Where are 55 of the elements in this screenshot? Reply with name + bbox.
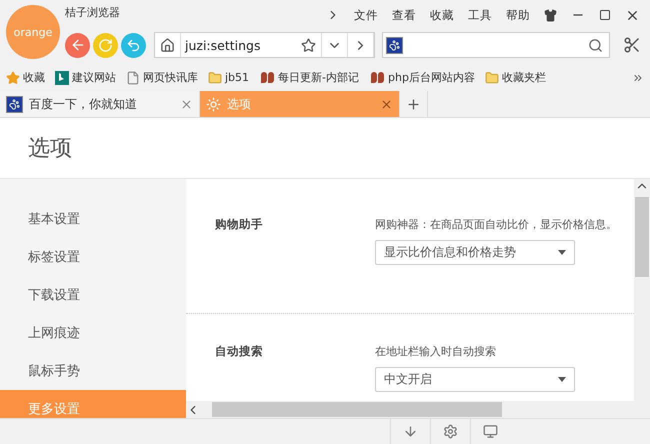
bookmark-link[interactable]: jb51	[225, 71, 250, 84]
folder-icon	[208, 70, 222, 84]
section-description: 网购神器：在商品页面自动比价，显示价格信息。	[375, 217, 617, 232]
sun-icon	[206, 96, 221, 112]
bookmark-link[interactable]: 收藏夹栏	[502, 70, 546, 85]
back-arrow-icon	[70, 37, 86, 53]
scissors-icon[interactable]	[623, 36, 641, 54]
sidebar-item[interactable]: 鼠标手势	[0, 352, 186, 390]
plus-icon[interactable]	[406, 96, 421, 112]
sidebar-item[interactable]: 上网痕迹	[0, 314, 186, 352]
option-dropdown[interactable]: 显示比价信息和价格走势	[375, 240, 575, 265]
settings-icon[interactable]	[443, 424, 458, 439]
vertical-scrollbar[interactable]	[634, 179, 650, 401]
menu-item[interactable]: 帮助	[501, 8, 535, 22]
star-icon	[6, 70, 20, 84]
page-icon	[126, 70, 140, 84]
search-icon[interactable]	[588, 38, 603, 52]
search-field[interactable]	[382, 32, 610, 58]
back-button[interactable]	[65, 32, 90, 58]
bookmark-link[interactable]: 收藏	[23, 70, 45, 85]
paw-icon[interactable]	[386, 36, 403, 54]
logo-icon	[259, 72, 276, 84]
folder-icon	[484, 70, 499, 84]
tab-title: 百度一下，你就知道	[29, 96, 138, 112]
star-icon[interactable]	[301, 38, 316, 52]
home-icon[interactable]	[160, 38, 175, 52]
sidebar-item[interactable]: 下载设置	[0, 276, 186, 314]
app-title: 桔子浏览器	[65, 4, 120, 20]
b-logo-icon	[55, 70, 69, 84]
bookmark-link[interactable]: 网页快讯库	[143, 70, 198, 85]
option-dropdown[interactable]: 中文开启	[375, 367, 575, 392]
address-field[interactable]: juzi:settings	[181, 38, 296, 52]
refresh-icon	[98, 38, 113, 52]
menu-item[interactable]: 工具	[463, 8, 497, 22]
shirt-icon[interactable]	[544, 8, 557, 22]
maximize-icon[interactable]	[599, 9, 611, 21]
menu-item[interactable]: 文件	[349, 8, 383, 22]
app-logo: orange	[6, 5, 60, 59]
logo-icon	[369, 72, 386, 84]
download-icon[interactable]	[403, 424, 418, 439]
bookmark-link[interactable]: php后台网站内容	[388, 70, 475, 85]
sidebar-item[interactable]: 基本设置	[0, 200, 186, 238]
section-label: 购物助手	[215, 217, 264, 233]
menu-item[interactable]: 查看	[387, 8, 421, 22]
section-label: 自动搜索	[215, 344, 264, 360]
monitor-icon[interactable]	[483, 424, 498, 439]
horizontal-scrollbar[interactable]	[186, 401, 650, 418]
section-description: 在地址栏输入时自动搜索	[375, 344, 497, 359]
return-arrow-icon	[126, 38, 141, 52]
bookmark-link[interactable]: 每日更新-内部记	[278, 70, 360, 85]
sidebar-item[interactable]: 标签设置	[0, 238, 186, 276]
paw-icon	[6, 96, 23, 112]
tab-title: 选项	[227, 96, 252, 112]
menu-item[interactable]: 收藏	[425, 8, 459, 22]
bookmark-link[interactable]: 建议网站	[72, 70, 116, 85]
